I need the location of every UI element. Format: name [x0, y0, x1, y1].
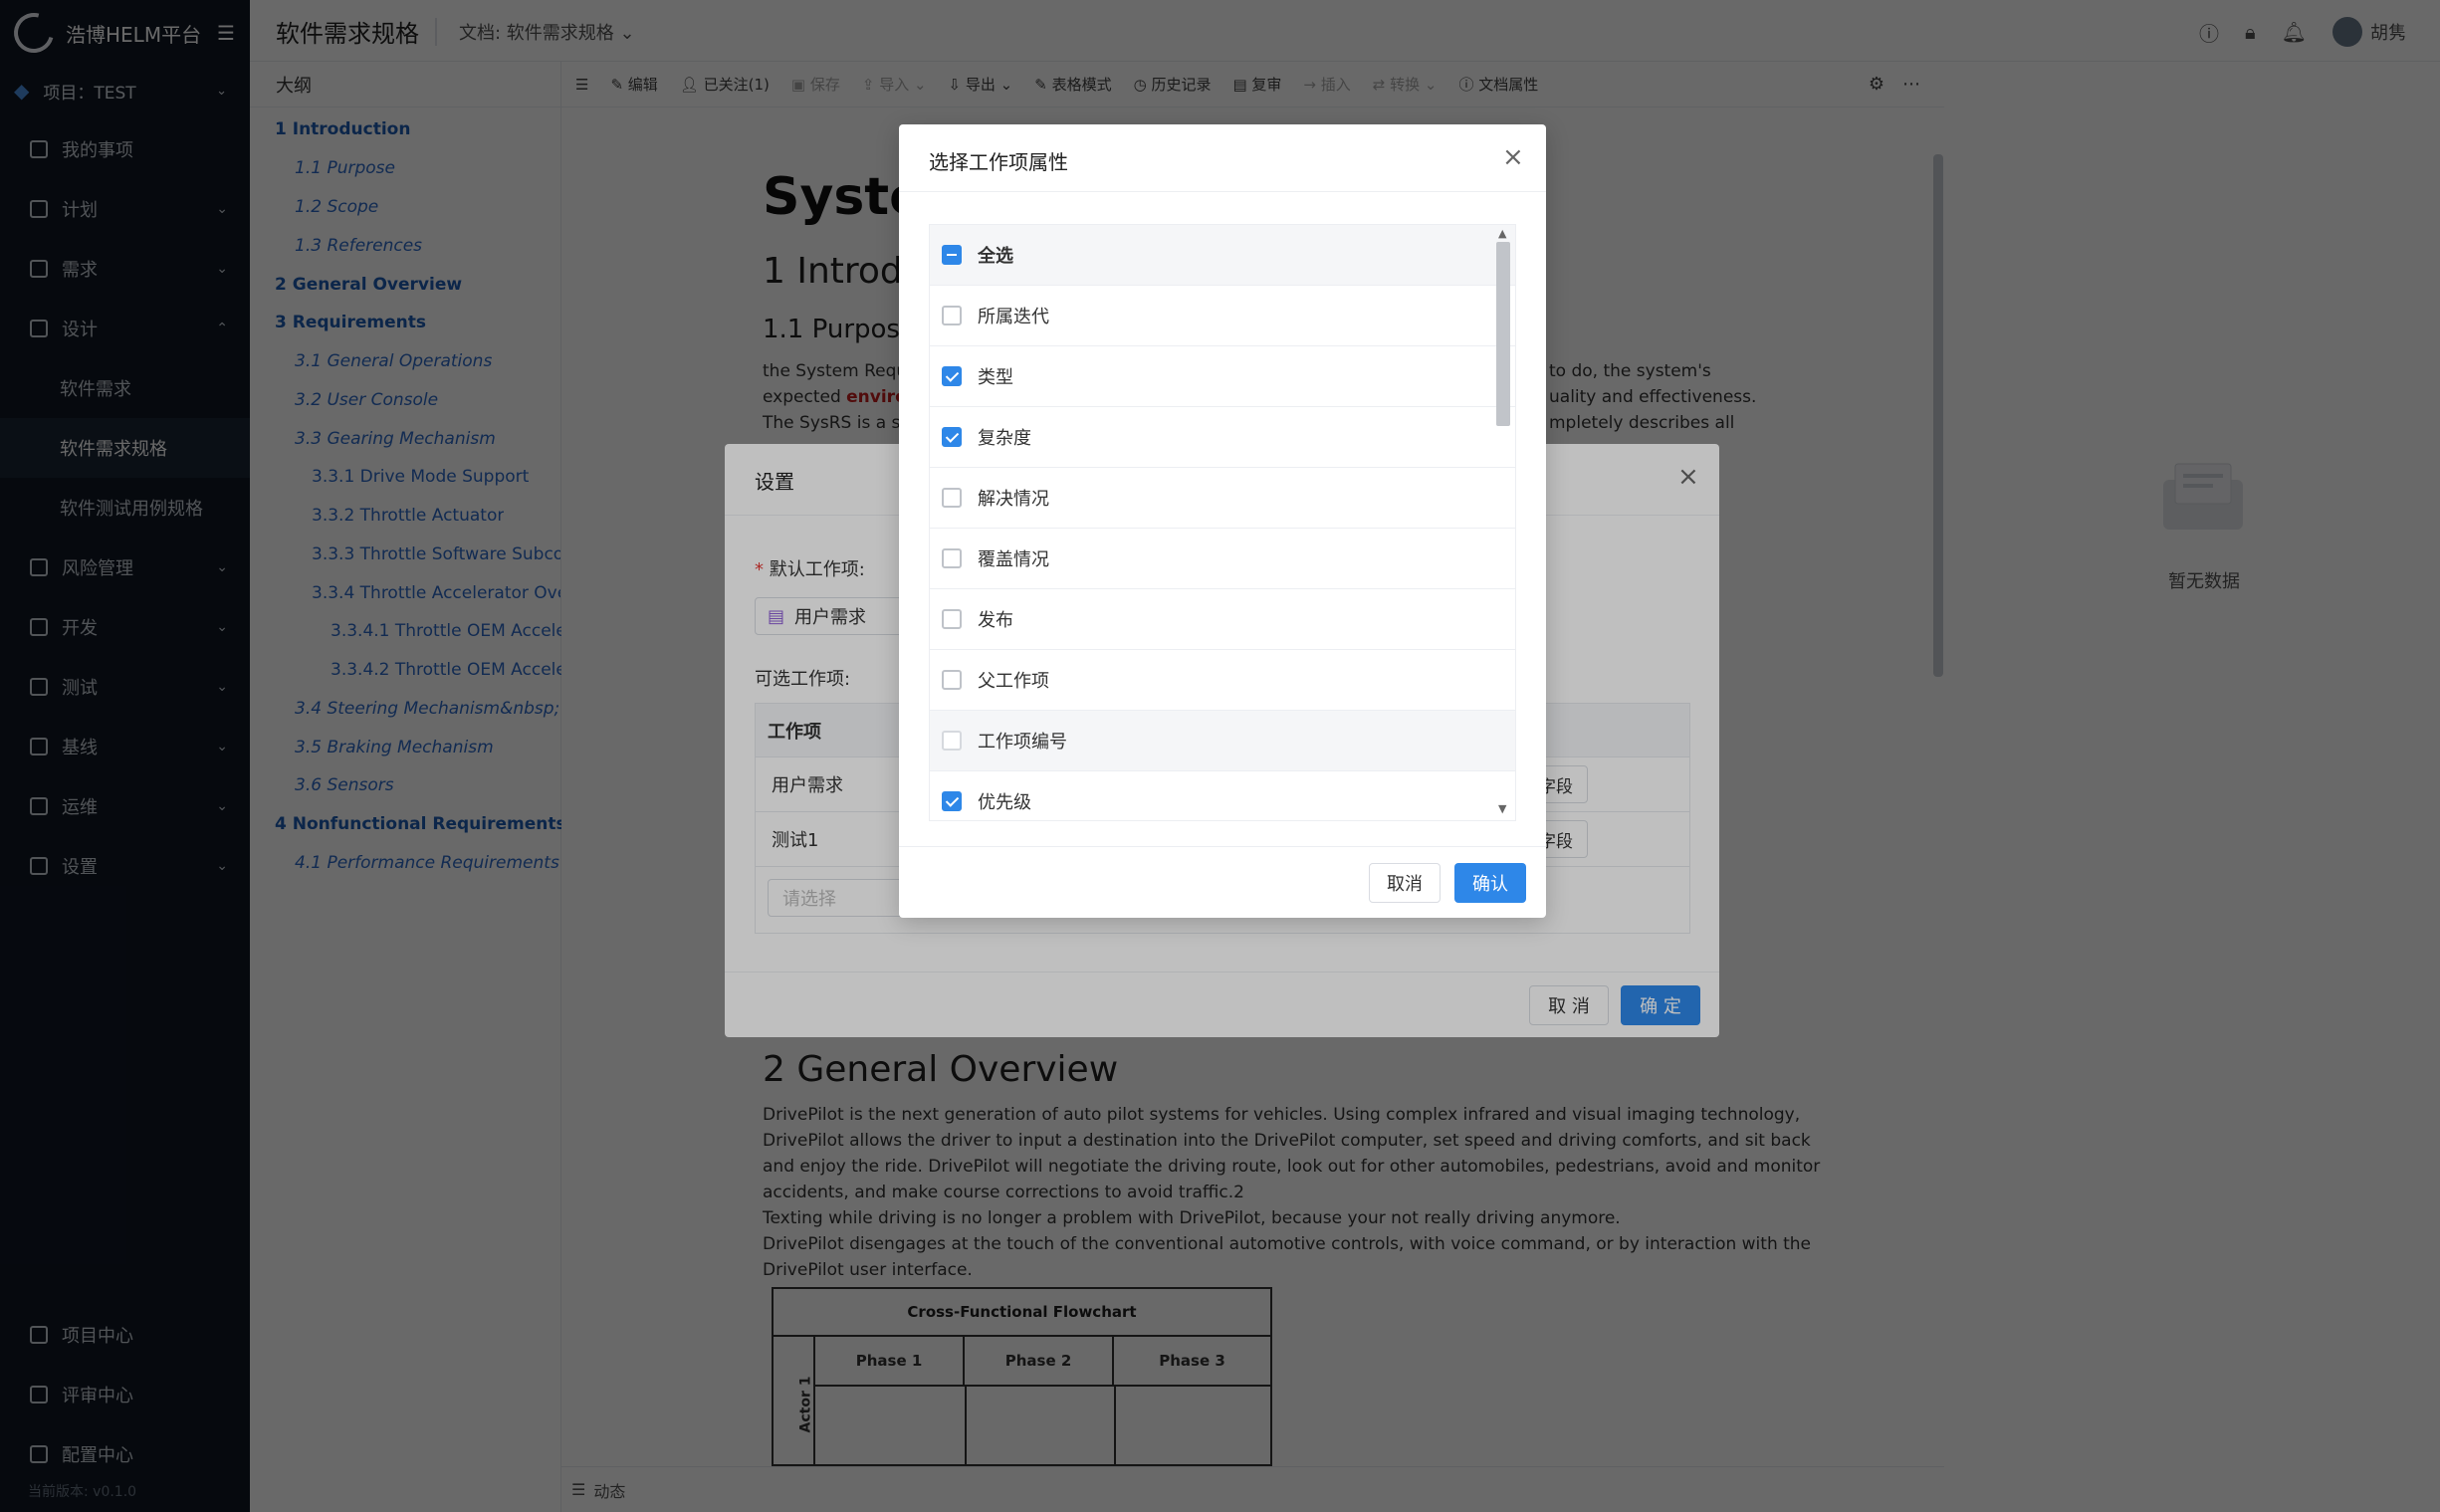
checkbox[interactable] [942, 609, 962, 629]
attribute-row[interactable]: 解决情况 [930, 468, 1515, 529]
select-attributes-dialog: 选择工作项属性 × 全选 所属迭代 类型 复杂度 解决情况 覆盖情况 发布 父工… [899, 124, 1546, 918]
attribute-list: 全选 所属迭代 类型 复杂度 解决情况 覆盖情况 发布 父工作项 工作项编号 优… [929, 224, 1516, 821]
dialog-title: 选择工作项属性 [899, 124, 1546, 192]
checkbox[interactable] [942, 731, 962, 751]
scroll-down-icon[interactable]: ▼ [1498, 802, 1506, 815]
attribute-row[interactable]: 复杂度 [930, 407, 1515, 468]
checkbox[interactable] [942, 306, 962, 325]
dialog-footer-divider [899, 846, 1546, 847]
scroll-up-icon[interactable]: ▲ [1498, 227, 1506, 240]
checkbox-label: 所属迭代 [978, 307, 1049, 327]
cancel-button[interactable]: 取消 [1369, 863, 1441, 903]
checkbox-label: 父工作项 [978, 671, 1049, 692]
close-icon[interactable]: × [1502, 142, 1524, 172]
select-all-row[interactable]: 全选 [930, 225, 1515, 286]
checkbox-label: 复杂度 [978, 428, 1031, 449]
attribute-row[interactable]: 类型 [930, 346, 1515, 407]
attribute-row[interactable]: 覆盖情况 [930, 529, 1515, 589]
list-scrollbar-thumb[interactable] [1496, 242, 1510, 426]
checkbox[interactable] [942, 548, 962, 568]
checkbox[interactable] [942, 488, 962, 508]
attribute-row[interactable]: 所属迭代 [930, 286, 1515, 346]
checkbox-label: 全选 [978, 246, 1013, 267]
confirm-button[interactable]: 确认 [1454, 863, 1526, 903]
checkbox[interactable] [942, 791, 962, 811]
checkbox-label: 类型 [978, 367, 1013, 388]
checkbox[interactable] [942, 366, 962, 386]
attribute-row[interactable]: 优先级 [930, 771, 1515, 820]
indeterminate-checkbox[interactable] [942, 245, 962, 265]
checkbox[interactable] [942, 427, 962, 447]
checkbox-label: 解决情况 [978, 489, 1049, 510]
attribute-row[interactable]: 工作项编号 [930, 711, 1515, 771]
checkbox-label: 优先级 [978, 792, 1031, 813]
checkbox-label: 发布 [978, 610, 1013, 631]
checkbox[interactable] [942, 670, 962, 690]
attribute-row[interactable]: 发布 [930, 589, 1515, 650]
attribute-row[interactable]: 父工作项 [930, 650, 1515, 711]
checkbox-label: 工作项编号 [978, 732, 1067, 753]
checkbox-label: 覆盖情况 [978, 549, 1049, 570]
